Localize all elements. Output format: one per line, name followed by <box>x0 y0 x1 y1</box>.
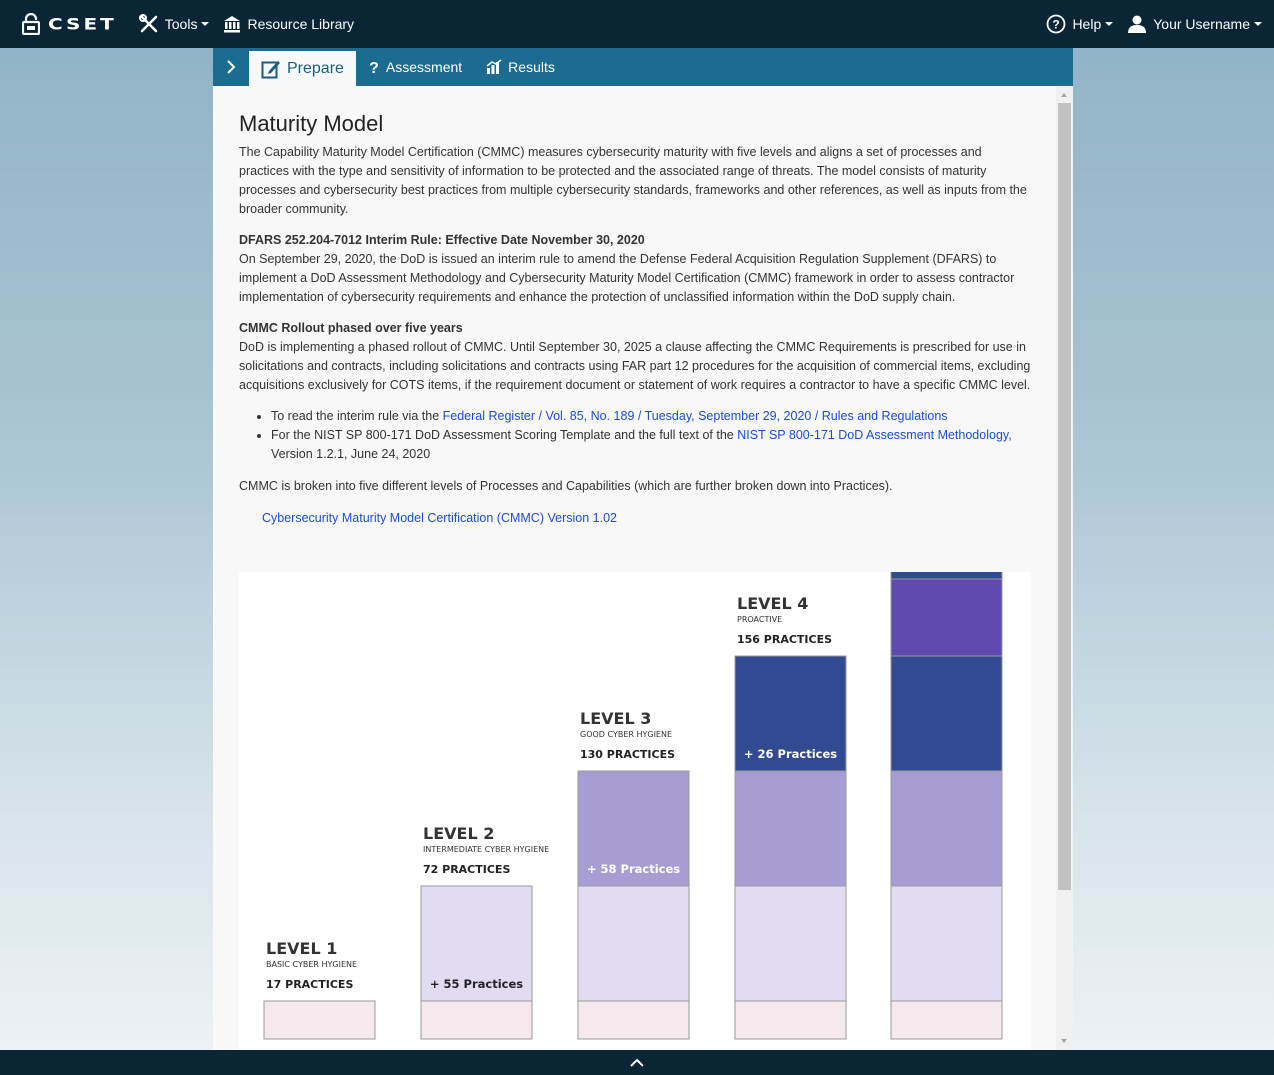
chevron-right-icon <box>227 60 236 74</box>
content-area: Maturity Model The Capability Maturity M… <box>213 86 1073 1050</box>
level-block <box>890 1000 1003 1040</box>
app-name: CSET <box>48 14 117 34</box>
level-block <box>890 885 1003 1002</box>
level-block <box>890 655 1003 772</box>
level-title: LEVEL 4 <box>737 594 808 613</box>
tab-results[interactable]: Results <box>474 48 567 86</box>
chevron-up-icon[interactable] <box>629 1058 645 1068</box>
scrollbar-thumb[interactable] <box>1058 103 1071 890</box>
maturity-model-content: Maturity Model The Capability Maturity M… <box>239 86 1033 1050</box>
level-practices-total: 17 PRACTICES <box>266 978 353 991</box>
rollout-paragraph: DoD is implementing a phased rollout of … <box>239 340 1031 392</box>
tools-label: Tools <box>164 16 198 32</box>
svg-text:?: ? <box>1053 18 1060 32</box>
chevron-down-icon <box>1105 22 1114 26</box>
cmmc-levels-graphic: 17 PRACTICES BASIC CYBER HYGIENE LEVEL 1 + … <box>239 572 1031 1050</box>
chevron-down-icon <box>1254 22 1262 26</box>
tools-icon <box>138 14 158 33</box>
edit-icon <box>261 60 280 78</box>
username-label: Your Username <box>1153 16 1250 32</box>
level-block <box>420 1000 533 1040</box>
chevron-down-icon <box>201 22 210 26</box>
question-icon: ? <box>369 60 379 75</box>
federal-register-link[interactable]: Federal Register / Vol. 85, No. 189 / Tu… <box>443 409 948 423</box>
intro-paragraph: The Capability Maturity Model Certificat… <box>239 145 1027 216</box>
levels-paragraph: CMMC is broken into five different level… <box>239 479 893 493</box>
level-subtitle: PROACTIVE <box>737 615 782 624</box>
rollout-heading: CMMC Rollout phased over five years <box>239 321 463 335</box>
tab-assessment-label: Assessment <box>385 59 463 75</box>
dfars-paragraph: On September 29, 2020, the DoD is issued… <box>239 252 1015 304</box>
page-title: Maturity Model <box>239 111 384 136</box>
sidebar-toggle-button[interactable] <box>213 48 249 86</box>
reference-list: To read the interim rule via the Federal… <box>271 407 1033 464</box>
cmmc-version-link[interactable]: Cybersecurity Maturity Model Certificati… <box>262 509 1033 528</box>
bullet-text: For the NIST SP 800-171 DoD Assessment S… <box>271 428 738 442</box>
level-block <box>263 1000 376 1040</box>
dfars-heading: DFARS 252.204-7012 Interim Rule: Effecti… <box>239 233 645 247</box>
tab-assessment[interactable]: ? Assessment <box>356 48 474 86</box>
level-subtitle: INTERMEDIATE CYBER HYGIENE <box>423 845 549 854</box>
app-logo[interactable]: CSET <box>22 0 117 48</box>
level-block <box>734 1000 847 1040</box>
scroll-down-icon[interactable] <box>1061 1039 1067 1043</box>
level-block <box>734 770 847 887</box>
bottom-bar <box>0 1050 1274 1075</box>
level-block <box>890 770 1003 887</box>
top-navbar: CSET Tools Resource Library ? Help Your … <box>0 0 1274 48</box>
level-title: LEVEL 2 <box>423 824 494 843</box>
level-title: LEVEL 3 <box>580 709 651 728</box>
tab-bar: Prepare ? Assessment Results <box>213 48 1073 86</box>
level-added-label: + 55 Practices <box>430 977 523 991</box>
tab-prepare[interactable]: Prepare <box>249 48 356 86</box>
question-circle-icon: ? <box>1047 14 1066 34</box>
resource-library-link[interactable]: Resource Library <box>223 15 354 33</box>
user-icon <box>1128 15 1147 33</box>
tab-prepare-label: Prepare <box>287 59 344 77</box>
svg-text:?: ? <box>369 60 379 75</box>
level-block <box>734 885 847 1002</box>
level-block <box>890 572 1003 580</box>
scroll-up-icon[interactable] <box>1061 93 1067 97</box>
main-panel: Prepare ? Assessment Results Maturity Mo… <box>213 48 1073 1050</box>
bullet-text: Version 1.2.1, June 24, 2020 <box>271 447 431 461</box>
tab-results-label: Results <box>508 59 555 75</box>
bullet-text: To read the interim rule via the <box>271 409 443 423</box>
level-title: LEVEL 1 <box>266 939 337 958</box>
level-added-label: + 26 Practices <box>744 747 837 761</box>
scrollbar[interactable] <box>1056 86 1073 1050</box>
level-added-label: + 58 Practices <box>587 862 680 876</box>
user-menu[interactable]: Your Username <box>1127 14 1262 34</box>
list-item: For the NIST SP 800-171 DoD Assessment S… <box>271 426 1033 464</box>
chart-icon <box>486 59 502 74</box>
help-menu[interactable]: ? Help <box>1046 14 1114 34</box>
resource-library-label: Resource Library <box>247 16 355 32</box>
level-subtitle: GOOD CYBER HYGIENE <box>580 730 672 739</box>
level-block <box>577 885 690 1002</box>
tools-menu[interactable]: Tools <box>138 14 210 34</box>
level-subtitle: BASIC CYBER HYGIENE <box>266 960 357 969</box>
level-block <box>890 578 1003 657</box>
list-item: To read the interim rule via the Federal… <box>271 407 1033 426</box>
level-practices-total: 156 PRACTICES <box>737 633 832 646</box>
level-practices-total: 72 PRACTICES <box>423 863 510 876</box>
lock-icon <box>22 13 40 35</box>
level-block <box>577 1000 690 1040</box>
bank-icon <box>224 16 241 33</box>
nist-methodology-link[interactable]: NIST SP 800-171 DoD Assessment Methodolo… <box>737 428 1011 442</box>
level-practices-total: 130 PRACTICES <box>580 748 675 761</box>
help-label: Help <box>1072 16 1102 32</box>
